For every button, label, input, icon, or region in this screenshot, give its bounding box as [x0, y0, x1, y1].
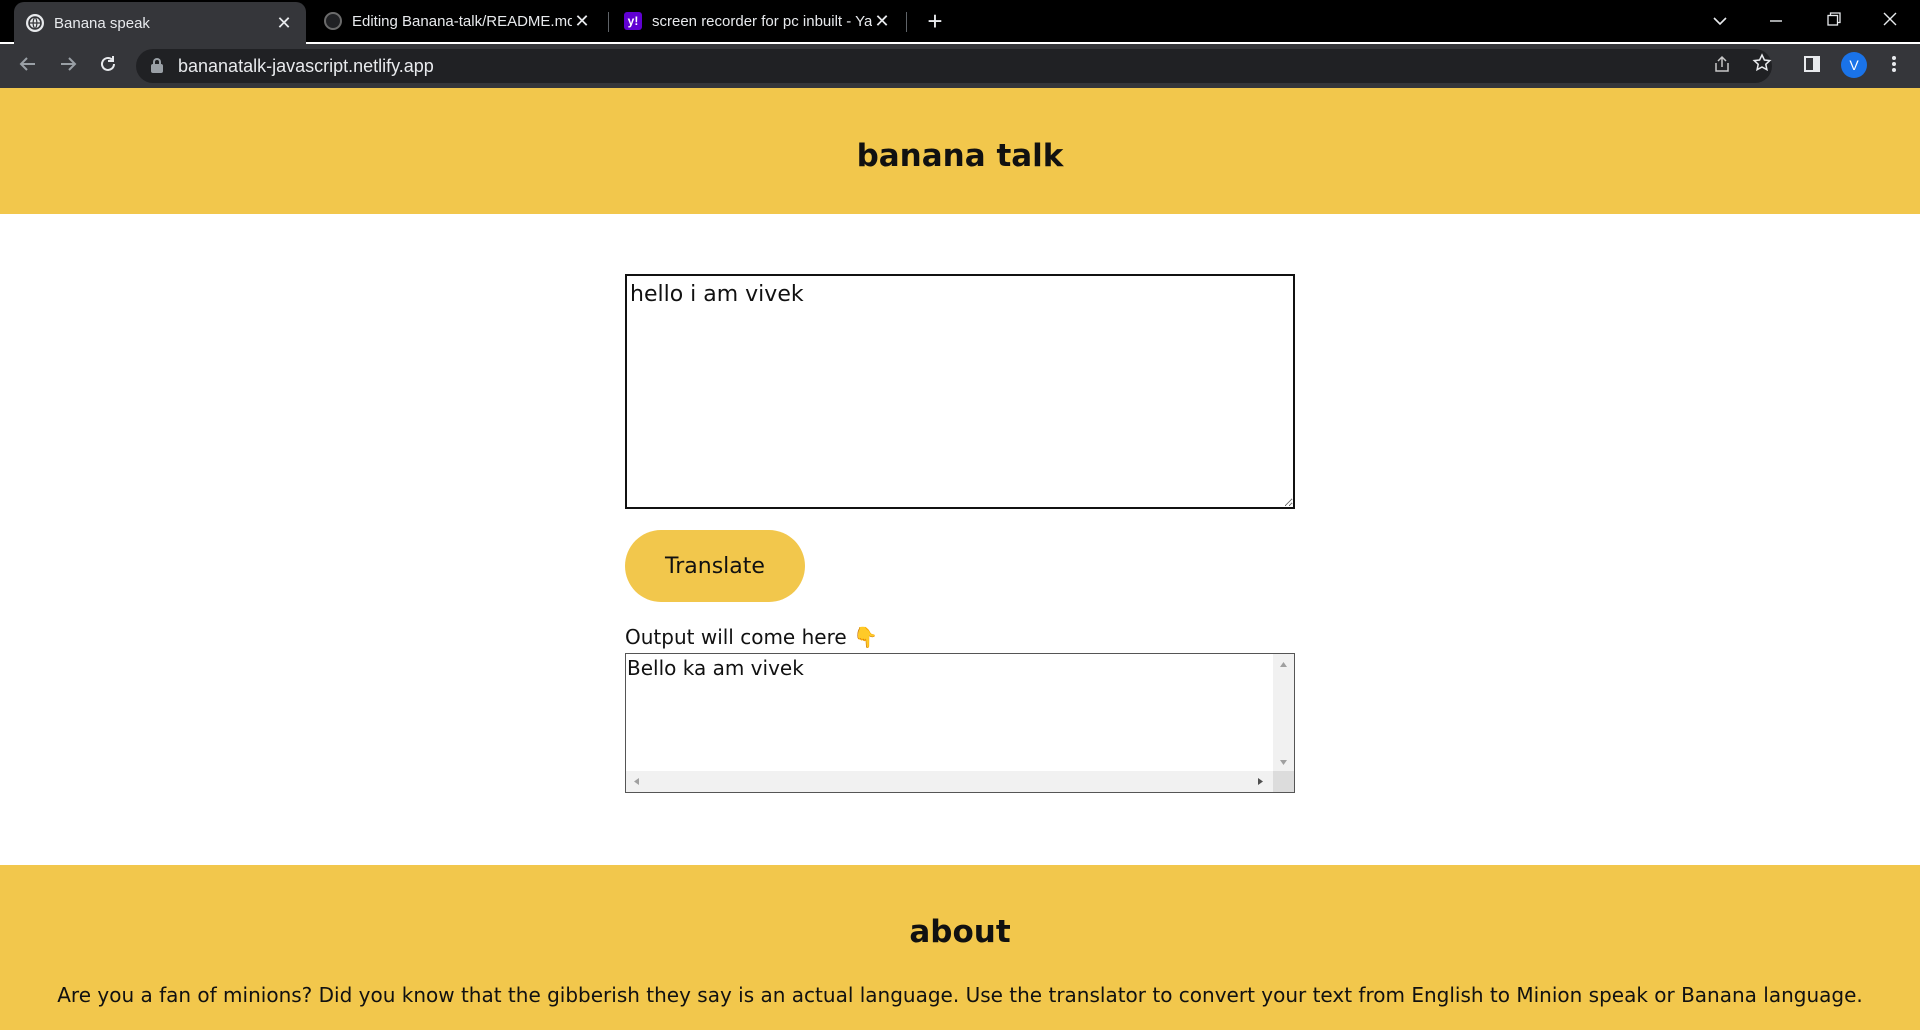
side-panel-icon[interactable]: [1798, 53, 1826, 81]
bookmark-star-icon[interactable]: [1748, 53, 1776, 81]
minimize-icon[interactable]: [1748, 0, 1804, 40]
output-label: Output will come here 👇: [625, 625, 878, 649]
tab-title: screen recorder for pc inbuilt - Ya: [652, 12, 872, 30]
tab-separator: [608, 12, 609, 32]
tab-title: Editing Banana-talk/README.md: [352, 12, 572, 30]
text-input[interactable]: hello i am vivek: [625, 274, 1295, 509]
vertical-scrollbar[interactable]: [1273, 654, 1294, 772]
restore-icon[interactable]: [1806, 0, 1862, 40]
profile-avatar[interactable]: V: [1841, 52, 1867, 78]
tab-banana-speak[interactable]: Banana speak ✕: [14, 2, 306, 44]
more-menu-icon[interactable]: [1880, 53, 1908, 81]
url-text[interactable]: bananatalk-javascript.netlify.app: [178, 54, 434, 78]
forward-arrow-icon[interactable]: [52, 50, 84, 82]
about-text: Are you a fan of minions? Did you know t…: [57, 983, 1863, 1007]
reload-icon[interactable]: [92, 50, 124, 82]
page-title: banana talk: [856, 138, 1064, 174]
lock-icon[interactable]: [151, 58, 163, 73]
tab-separator: [906, 12, 907, 32]
close-icon[interactable]: ✕: [274, 13, 294, 34]
github-icon: [324, 12, 342, 30]
close-window-icon[interactable]: [1862, 0, 1918, 40]
translate-button[interactable]: Translate: [625, 530, 805, 602]
new-tab-button[interactable]: +: [918, 6, 952, 36]
back-arrow-icon[interactable]: [12, 50, 44, 82]
tab-screen-recorder[interactable]: y! screen recorder for pc inbuilt - Ya ✕: [612, 0, 904, 42]
tab-editing-readme[interactable]: Editing Banana-talk/README.md ✕: [312, 0, 604, 42]
horizontal-scrollbar[interactable]: [626, 771, 1273, 792]
close-icon[interactable]: ✕: [872, 11, 892, 32]
tab-title: Banana speak: [54, 14, 150, 32]
scrollbar-corner: [1273, 771, 1294, 792]
share-icon[interactable]: [1708, 53, 1736, 81]
tab-search-chevron-icon[interactable]: [1692, 0, 1748, 40]
close-icon[interactable]: ✕: [572, 11, 592, 32]
about-heading: about: [909, 914, 1011, 950]
yahoo-icon: y!: [624, 12, 642, 30]
output-text: Bello ka am vivek: [627, 656, 804, 680]
globe-icon: [26, 14, 44, 32]
